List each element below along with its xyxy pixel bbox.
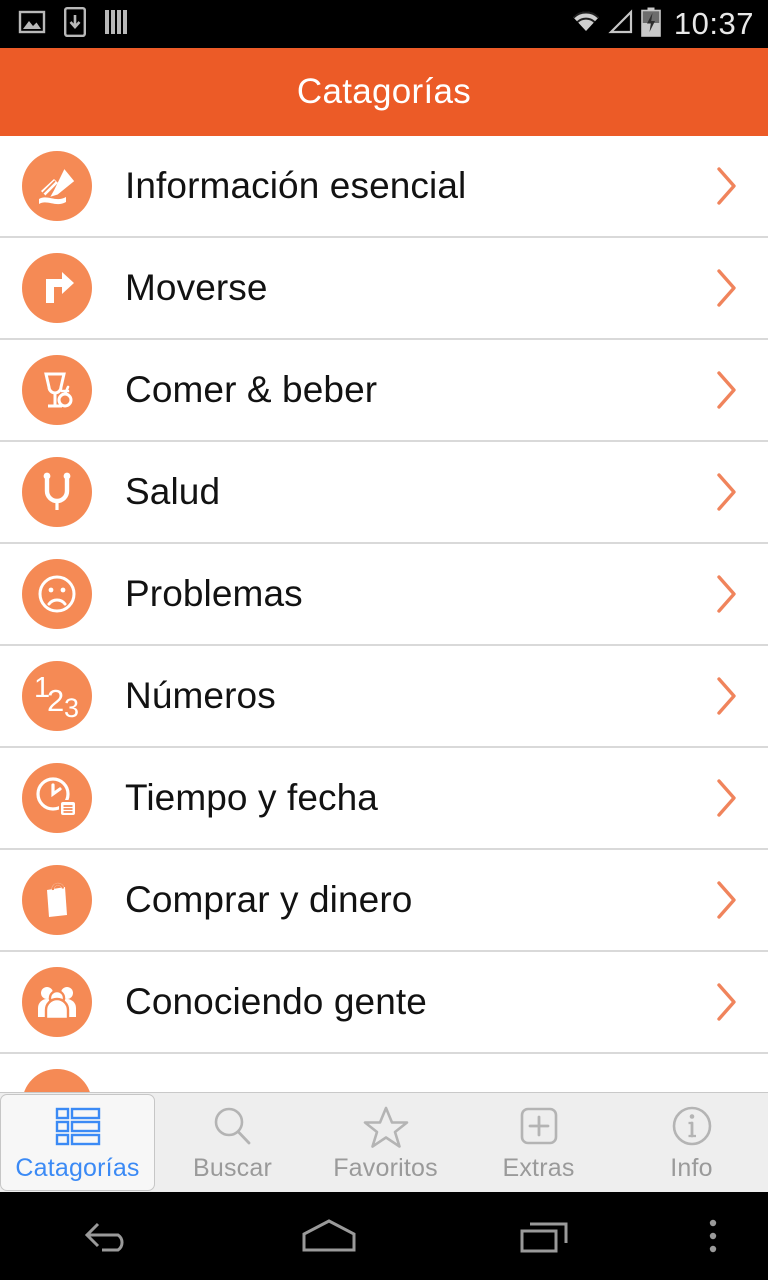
page-title: Catagorías (296, 72, 472, 111)
numbers-123-glyph: 123 (34, 672, 80, 723)
phone-screen: 10:37 Catagorías Información esencial Mo… (0, 0, 768, 1280)
list-item-label: Tiempo y fecha (125, 777, 378, 818)
status-bar-clock: 10:37 (673, 6, 754, 41)
recents-icon[interactable] (439, 1214, 658, 1258)
shopping-bag-icon (22, 865, 92, 935)
tab-label: Catagorías (15, 1153, 140, 1182)
list-item-label: Números (125, 675, 276, 716)
battery-charging-icon (641, 7, 661, 42)
list-item-label: Problemas (125, 573, 303, 614)
wifi-icon (571, 9, 601, 40)
bottom-tab-bar: Catagorías Buscar Favoritos Extras Info (0, 1092, 768, 1192)
list-item-label: Salud (125, 471, 221, 512)
download-to-device-icon (64, 6, 87, 42)
star-outline-icon (362, 1103, 410, 1151)
list-item-label: Conociendo gente (125, 981, 427, 1022)
turn-right-arrow-icon (22, 253, 92, 323)
list-item-comer-beber[interactable]: Comer & beber (0, 340, 768, 442)
list-item-numeros[interactable]: 123 Números (0, 646, 768, 748)
tab-label: Buscar (192, 1153, 272, 1182)
back-icon[interactable] (0, 1214, 219, 1258)
home-icon[interactable] (219, 1214, 438, 1258)
list-grid-icon (54, 1103, 102, 1151)
people-group-icon (22, 967, 92, 1037)
magnifier-icon (210, 1103, 256, 1151)
android-status-bar: 10:37 (0, 0, 768, 48)
list-item-comprar-y-dinero[interactable]: Comprar y dinero (0, 850, 768, 952)
android-navigation-bar (0, 1192, 768, 1280)
list-item-salud[interactable]: Salud (0, 442, 768, 544)
list-item-moverse[interactable]: Moverse (0, 238, 768, 340)
list-item-informacion-esencial[interactable]: Información esencial (0, 136, 768, 238)
chevron-right-icon[interactable] (714, 471, 740, 513)
tab-extras[interactable]: Extras (462, 1093, 615, 1192)
status-bar-right-icons: 10:37 (571, 6, 754, 42)
chevron-right-icon[interactable] (714, 165, 740, 207)
plus-square-icon (516, 1103, 562, 1151)
bars-icon (104, 8, 130, 41)
tab-buscar[interactable]: Buscar (156, 1093, 309, 1192)
chevron-right-icon[interactable] (714, 879, 740, 921)
tab-label: Favoritos (333, 1153, 438, 1182)
stethoscope-icon (22, 457, 92, 527)
list-item-label: Información esencial (125, 165, 467, 206)
tab-catagorias[interactable]: Catagorías (0, 1094, 155, 1191)
list-item-label: Comer & beber (125, 369, 378, 410)
list-item-label: Moverse (125, 267, 268, 308)
chevron-right-icon[interactable] (714, 573, 740, 615)
app-header-bar: Catagorías (0, 48, 768, 136)
numbers-123-icon: 123 (22, 661, 92, 731)
chevron-right-icon[interactable] (714, 675, 740, 717)
image-icon (18, 8, 46, 41)
tab-label: Extras (502, 1153, 575, 1182)
chevron-right-icon[interactable] (714, 369, 740, 411)
status-bar-left-icons (18, 6, 130, 42)
chevron-right-icon[interactable] (714, 267, 740, 309)
pencil-writing-icon (22, 151, 92, 221)
sad-face-icon (22, 559, 92, 629)
list-item-problemas[interactable]: Problemas (0, 544, 768, 646)
category-list[interactable]: Información esencial Moverse Comer & beb… (0, 136, 768, 1144)
clock-calendar-icon (22, 763, 92, 833)
tab-label: Info (670, 1153, 713, 1182)
list-item-tiempo-y-fecha[interactable]: Tiempo y fecha (0, 748, 768, 850)
chevron-right-icon[interactable] (714, 981, 740, 1023)
overflow-menu-icon[interactable] (658, 1214, 768, 1258)
list-item-conociendo-gente[interactable]: Conociendo gente (0, 952, 768, 1054)
chevron-right-icon[interactable] (714, 777, 740, 819)
tab-info[interactable]: Info (615, 1093, 768, 1192)
list-item-label: Comprar y dinero (125, 879, 413, 920)
cellular-signal-icon (608, 8, 634, 40)
tab-favoritos[interactable]: Favoritos (309, 1093, 462, 1192)
wine-glass-fork-icon (22, 355, 92, 425)
info-circle-icon (669, 1103, 715, 1151)
